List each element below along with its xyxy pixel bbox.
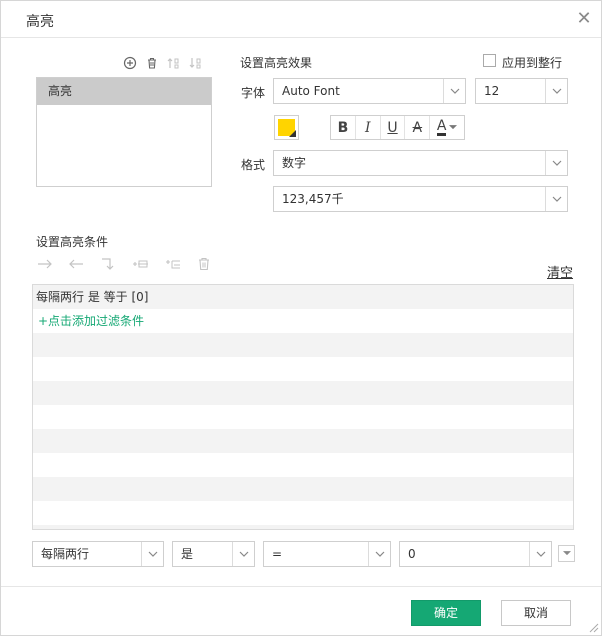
apply-whole-row-checkbox[interactable]: [483, 54, 496, 67]
chevron-down-icon: [545, 79, 567, 103]
highlight-dialog: 高亮 ✕ 高亮 设置高亮效果 应用到整行 字体 Auto Font 12 B I…: [0, 0, 602, 636]
empty-row: [33, 381, 573, 405]
condition-row[interactable]: 每隔两行 是 等于 [0]: [33, 285, 573, 309]
empty-row: [33, 429, 573, 453]
resize-icon[interactable]: [587, 621, 599, 633]
delete-condition-icon[interactable]: [196, 256, 212, 272]
add-group-icon[interactable]: [131, 256, 149, 272]
chevron-down-icon: [449, 125, 458, 130]
underline-button[interactable]: U: [381, 116, 406, 139]
chevron-down-icon: [529, 542, 551, 566]
font-size-value: 12: [484, 84, 500, 98]
condition-list: 每隔两行 是 等于 [0] +点击添加过滤条件: [32, 284, 574, 530]
condition-value: 0: [408, 547, 416, 561]
format-label: 格式: [241, 158, 266, 172]
chevron-down-icon: [232, 542, 254, 566]
empty-row: [33, 501, 573, 525]
font-color-button[interactable]: A: [430, 116, 464, 139]
format-select-value: 数字: [282, 156, 307, 170]
effect-section-label: 设置高亮效果: [240, 56, 313, 70]
dropdown-corner-icon: [289, 130, 296, 137]
close-icon[interactable]: ✕: [575, 10, 593, 28]
condition-comparator-value: =: [272, 547, 283, 561]
empty-row: [33, 453, 573, 477]
condition-operator-value: 是: [181, 547, 194, 561]
empty-row: [33, 357, 573, 381]
number-format-value: 123,457千: [282, 192, 344, 206]
empty-row: [33, 477, 573, 501]
strikethrough-button[interactable]: A: [405, 116, 431, 139]
chevron-down-icon: [443, 79, 465, 103]
condition-operator-select[interactable]: 是: [172, 541, 255, 567]
delete-icon[interactable]: [144, 55, 160, 71]
apply-whole-row-label: 应用到整行: [502, 56, 563, 70]
clear-link[interactable]: 清空: [547, 262, 573, 281]
move-down-icon[interactable]: [187, 55, 203, 71]
cancel-button[interactable]: 取消: [501, 600, 571, 626]
highlight-list: 高亮: [36, 77, 212, 187]
font-select[interactable]: Auto Font: [273, 78, 466, 104]
font-color-label: A: [436, 118, 447, 136]
color-picker-button[interactable]: [274, 115, 299, 140]
text-style-toolbar: B I U A A: [330, 115, 465, 140]
highlight-list-item[interactable]: 高亮: [37, 78, 211, 105]
font-label: 字体: [241, 86, 266, 100]
format-select[interactable]: 数字: [273, 150, 568, 176]
chevron-down-icon: [368, 542, 390, 566]
move-to-parent-icon[interactable]: [99, 256, 117, 272]
chevron-down-icon: [141, 542, 163, 566]
chevron-down-icon: [545, 151, 567, 175]
ok-button[interactable]: 确定: [411, 600, 481, 626]
add-filter-link[interactable]: +点击添加过滤条件: [33, 309, 573, 333]
dialog-footer: 确定 取消: [1, 586, 601, 635]
condition-field-value: 每隔两行: [41, 547, 90, 561]
chevron-down-icon: [545, 187, 567, 211]
outdent-icon[interactable]: [67, 256, 85, 272]
title-bar: 高亮 ✕: [1, 1, 601, 38]
italic-button[interactable]: I: [356, 116, 381, 139]
empty-row: [33, 405, 573, 429]
condition-field-select[interactable]: 每隔两行: [32, 541, 164, 567]
chevron-down-icon: [562, 551, 571, 556]
condition-value-select[interactable]: 0: [399, 541, 552, 567]
indent-icon[interactable]: [36, 256, 54, 272]
condition-comparator-select[interactable]: =: [263, 541, 391, 567]
add-subgroup-icon[interactable]: [164, 256, 182, 272]
add-icon[interactable]: [122, 55, 138, 71]
conditions-section-label: 设置高亮条件: [36, 235, 109, 249]
number-format-select[interactable]: 123,457千: [273, 186, 568, 212]
dialog-title: 高亮: [26, 14, 54, 30]
empty-row: [33, 525, 573, 529]
empty-row: [33, 333, 573, 357]
font-size-select[interactable]: 12: [475, 78, 568, 104]
move-up-icon[interactable]: [165, 55, 181, 71]
font-select-value: Auto Font: [282, 84, 340, 98]
value-options-button[interactable]: [558, 545, 575, 562]
bold-button[interactable]: B: [331, 116, 356, 139]
